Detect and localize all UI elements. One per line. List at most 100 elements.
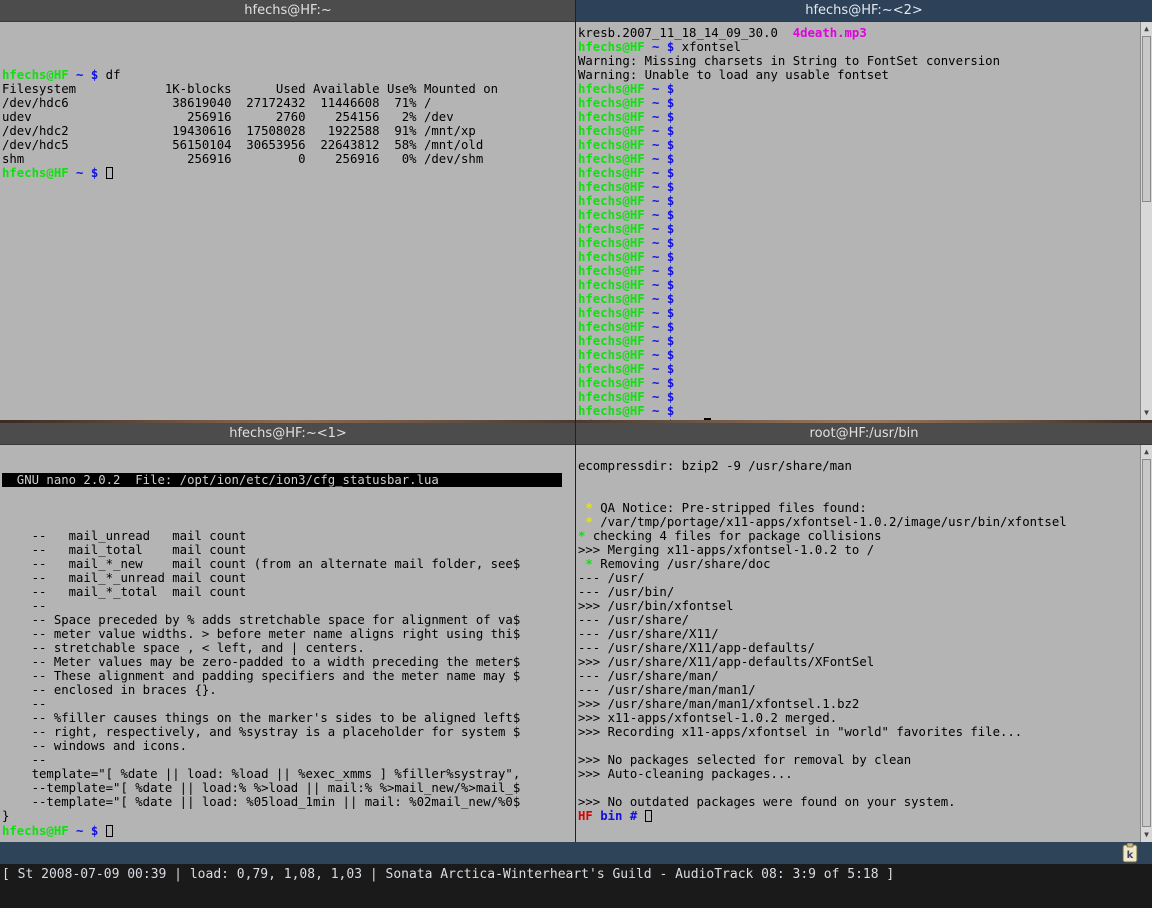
scrollbar-bottom-left[interactable] [564, 445, 575, 842]
terminal-line: hfechs@HF ~ $ [578, 180, 1140, 194]
nano-title-bar: GNU nano 2.0.2 File: /opt/ion/etc/ion3/c… [2, 473, 562, 487]
terminal-text: ~ $ [644, 278, 675, 292]
terminal-text: Warning: Missing charsets in String to F… [578, 54, 1000, 68]
terminal-text: -- enclosed in braces {}. [2, 683, 217, 697]
terminal-text: hfechs@HF [578, 362, 645, 376]
terminal-text: -- [2, 599, 47, 613]
scrollbar-bottom-right[interactable]: ▲ ▼ [1140, 445, 1152, 842]
terminal-line: hfechs@HF ~ $ [578, 96, 1140, 110]
terminal-text: --template="[ %date || load: %05load_1mi… [2, 795, 521, 809]
terminal-text: ~ $ [68, 824, 106, 838]
terminal-bottom-left[interactable]: GNU nano 2.0.2 File: /opt/ion/etc/ion3/c… [0, 445, 564, 842]
terminal-line: /dev/hdc6 38619040 27172432 11446608 71%… [2, 96, 564, 110]
terminal-text: -- Meter values may be zero-padded to a … [2, 655, 521, 669]
terminal-text: ~ $ [644, 362, 675, 376]
terminal-line: hfechs@HF ~ $ [578, 362, 1140, 376]
terminal-text: hfechs@HF [578, 320, 645, 334]
scrollbar-thumb[interactable] [1142, 36, 1151, 202]
terminal-text: * [578, 529, 593, 543]
terminal-text: hfechs@HF [578, 96, 645, 110]
terminal-line: >>> No outdated packages were found on y… [578, 795, 1140, 809]
terminal-line: hfechs@HF ~ $ [578, 376, 1140, 390]
terminal-line: hfechs@HF ~ $ xfontsel [578, 40, 1140, 54]
terminal-line: --template="[ %date || load:% %>load || … [2, 781, 564, 795]
terminal-line: hfechs@HF ~ $ [578, 124, 1140, 138]
terminal-text: >>> Merging x11-apps/xfontsel-1.0.2 to / [578, 543, 875, 557]
terminal-line: hfechs@HF ~ $ [578, 404, 1140, 418]
terminal-line: >>> Merging x11-apps/xfontsel-1.0.2 to / [578, 543, 1140, 557]
terminal-line: hfechs@HF ~ $ [578, 348, 1140, 362]
terminal-text: hfechs@HF [578, 40, 645, 54]
scroll-down-icon[interactable]: ▼ [1142, 830, 1151, 840]
terminal-top-right[interactable]: kresb.2007_11_18_14_09_30.0 4death.mp3 hf… [576, 22, 1140, 420]
pane-title-top-left[interactable]: hfechs@HF:~ [0, 0, 576, 22]
terminal-text: * [578, 557, 601, 571]
terminal-text: ~ $ [644, 96, 675, 110]
scroll-up-icon[interactable]: ▲ [1142, 24, 1151, 34]
terminal-top-left[interactable]: hfechs@HF ~ $ df Filesystem 1K-blocks Use… [0, 22, 564, 420]
terminal-text: -- [2, 697, 47, 711]
terminal-line: -- mail_*_new mail count (from an altern… [2, 557, 564, 571]
text-cursor [105, 167, 113, 179]
terminal-text: ~ $ [644, 404, 675, 418]
terminal-text: hfechs@HF [578, 208, 645, 222]
terminal-text: ~ $ [644, 124, 675, 138]
terminal-text: hfechs@HF [578, 180, 645, 194]
terminal-text: /dev/hdc6 38619040 27172432 11446608 71%… [2, 96, 432, 110]
terminal-line: hfechs@HF ~ $ [578, 264, 1140, 278]
terminal-text: ~ $ [68, 166, 106, 180]
terminal-text: Removing /usr/share/doc [600, 557, 771, 571]
terminal-text: shm 256916 0 256916 0% /dev/shm [2, 152, 484, 166]
scroll-up-icon[interactable]: ▲ [1142, 447, 1151, 457]
terminal-line: >>> No packages selected for removal by … [578, 753, 1140, 767]
terminal-text: >>> /usr/share/man/man1/xfontsel.1.bz2 [578, 697, 860, 711]
terminal-line: hfechs@HF ~ $ [578, 208, 1140, 222]
terminal-line: >>> /usr/share/X11/app-defaults/XFontSel [578, 655, 1140, 669]
terminal-text: hfechs@HF [578, 264, 645, 278]
terminal-line: --template="[ %date || load: %05load_1mi… [2, 795, 564, 809]
terminal-bottom-right[interactable]: ecompressdir: bzip2 -9 /usr/share/man * … [576, 445, 1140, 842]
terminal-text: QA Notice: Pre-stripped files found: [600, 501, 867, 515]
terminal-text: ~ $ [644, 152, 675, 166]
terminal-line: --- /usr/ [578, 571, 1140, 585]
terminal-text: hfechs@HF [578, 110, 645, 124]
terminal-text: ~ $ [644, 194, 675, 208]
terminal-line: Warning: Missing charsets in String to F… [578, 54, 1140, 68]
terminal-line: -- mail_*_unread mail count [2, 571, 564, 585]
terminal-text: * [578, 501, 601, 515]
pane-title-bottom-right[interactable]: root@HF:/usr/bin [576, 423, 1152, 445]
terminal-text: Filesystem 1K-blocks Used Available Use%… [2, 82, 499, 96]
scrollbar-top-right[interactable]: ▲ ▼ [1140, 22, 1152, 420]
terminal-text: -- stretchable space , < left, and | cen… [2, 641, 365, 655]
scrollbar-top-left[interactable] [564, 22, 575, 420]
terminal-line: hfechs@HF ~ $ [578, 194, 1140, 208]
terminal-line: -- meter value widths. > before meter na… [2, 627, 564, 641]
terminal-text: * [578, 515, 601, 529]
k-icon[interactable]: k [1120, 843, 1140, 863]
scrollbar-thumb[interactable] [1142, 459, 1151, 827]
terminal-line: >>> /usr/share/man/man1/xfontsel.1.bz2 [578, 697, 1140, 711]
pane-title-bottom-left[interactable]: hfechs@HF:~<1> [0, 423, 576, 445]
terminal-text: -- meter value widths. > before meter na… [2, 627, 521, 641]
terminal-text: -- right, respectively, and %systray is … [2, 725, 521, 739]
terminal-text: --- /usr/share/X11/app-defaults/ [578, 641, 815, 655]
terminal-text: ~ $ [644, 180, 675, 194]
terminal-text: hfechs@HF [578, 82, 645, 96]
terminal-text: ~ $ [68, 68, 106, 82]
terminal-line: -- stretchable space , < left, and | cen… [2, 641, 564, 655]
terminal-text: >>> Auto-cleaning packages... [578, 767, 793, 781]
terminal-line: -- windows and icons. [2, 739, 564, 753]
terminal-text: ~ $ [644, 138, 675, 152]
status-text: [ St 2008-07-09 00:39 | load: 0,79, 1,08… [2, 867, 895, 882]
pane-title-top-right[interactable]: hfechs@HF:~<2> [576, 0, 1152, 22]
terminal-line: --- /usr/share/X11/ [578, 627, 1140, 641]
terminal-text: >>> Recording x11-apps/xfontsel in "worl… [578, 725, 1023, 739]
terminal-text: --- /usr/bin/ [578, 585, 675, 599]
frame-gap [575, 0, 576, 842]
terminal-line: >>> /usr/bin/xfontsel [578, 599, 1140, 613]
scroll-down-icon[interactable]: ▼ [1142, 408, 1151, 418]
terminal-text: } [2, 809, 10, 823]
